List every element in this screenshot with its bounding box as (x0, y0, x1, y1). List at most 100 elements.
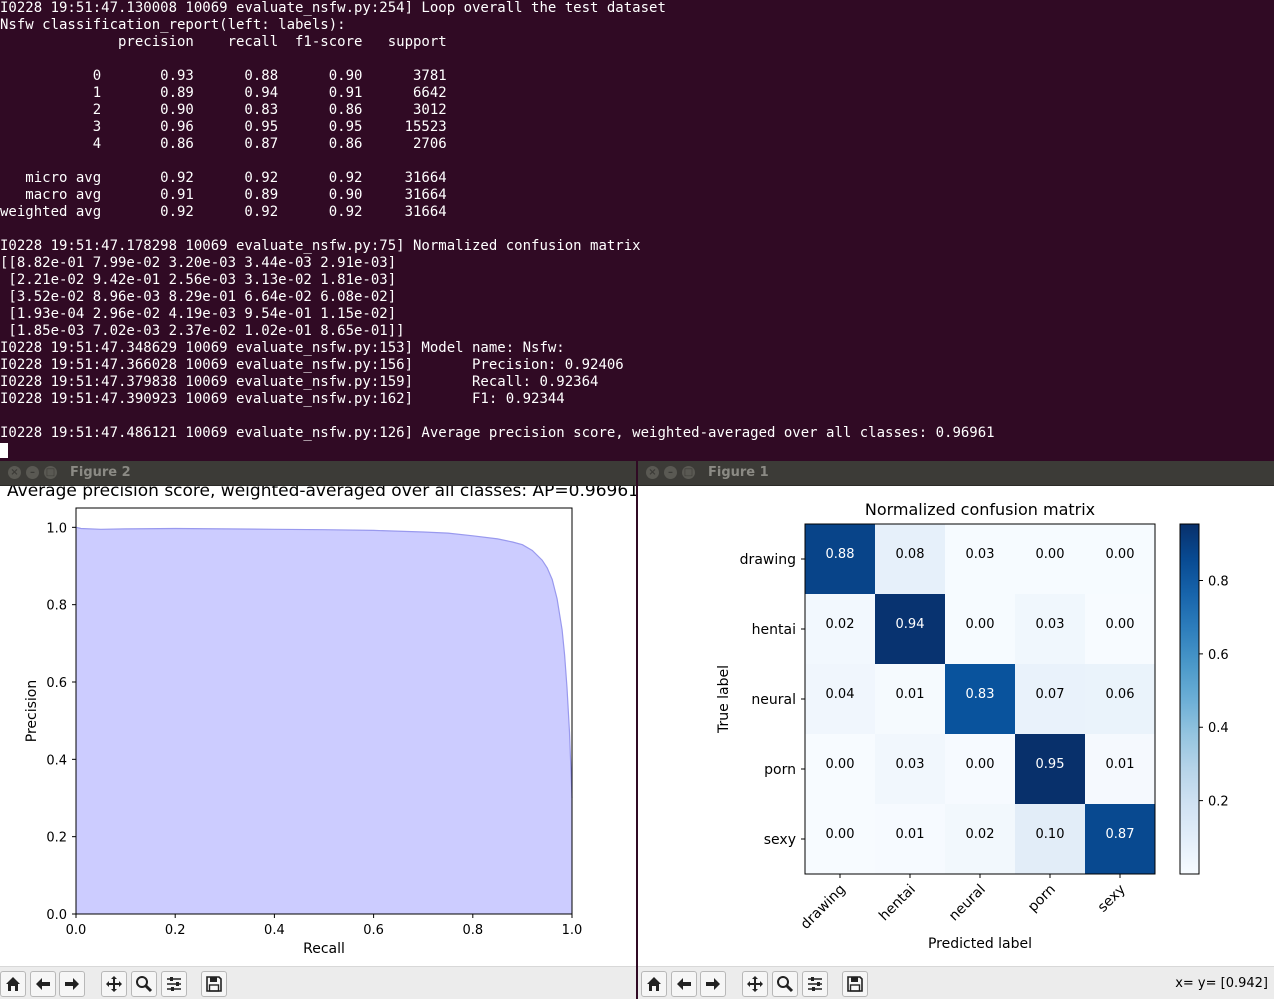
configure-button[interactable] (802, 971, 828, 997)
colorbar-tick-label: 0.8 (1208, 574, 1229, 589)
cell-value-label: 0.10 (1036, 827, 1065, 842)
cell-value-label: 0.01 (1106, 757, 1135, 772)
cell-value-label: 0.00 (1106, 617, 1135, 632)
pan-button[interactable] (101, 971, 127, 997)
close-icon[interactable]: × (8, 466, 21, 479)
chart-title: Normalized confusion matrix (865, 500, 1095, 519)
save-icon (847, 976, 863, 992)
cell-value-label: 0.00 (966, 757, 995, 772)
cell-value-label: 0.02 (966, 827, 995, 842)
x-tick-label: sexy (1095, 882, 1129, 916)
x-tick-label: 0.0 (66, 923, 87, 938)
confusion-matrix-plot[interactable]: Normalized confusion matrix 0.88 0.08 0.03 0… (638, 486, 1274, 966)
forward-button[interactable] (59, 971, 85, 997)
terminal-output: I0228 19:51:47.130008 10069 evaluate_nsf… (0, 0, 995, 441)
save-button[interactable] (201, 971, 227, 997)
colorbar (1179, 523, 1200, 875)
x-axis-label: Recall (303, 941, 345, 957)
back-button[interactable] (671, 971, 697, 997)
pr-curve-plot[interactable]: Average precision score, weighted-averag… (0, 481, 636, 966)
cell-value-label: 0.01 (896, 687, 925, 702)
save-icon (206, 976, 222, 992)
terminal-cursor (0, 443, 8, 458)
home-icon (647, 977, 661, 991)
zoom-icon (136, 976, 153, 993)
cell-value-label: 0.00 (826, 757, 855, 772)
pr-area (76, 527, 572, 914)
y-axis-label: True label (716, 665, 732, 734)
zoom-button[interactable] (131, 971, 157, 997)
figure-2-window: × – □ Figure 2 Average precision score, … (0, 461, 636, 999)
cell-value-label: 0.07 (1036, 687, 1065, 702)
x-tick-label: porn (1025, 882, 1059, 916)
home-icon (6, 977, 20, 991)
figure-2-titlebar[interactable]: × – □ Figure 2 (0, 461, 636, 486)
forward-button[interactable] (700, 971, 726, 997)
home-button[interactable] (641, 971, 667, 997)
terminal-window[interactable]: I0228 19:51:47.130008 10069 evaluate_nsf… (0, 0, 1274, 461)
save-button[interactable] (842, 971, 868, 997)
cursor-coordinates: x= y= [0.942] (1175, 976, 1268, 991)
colorbar-tick-label: 0.4 (1208, 721, 1229, 736)
maximize-icon[interactable]: □ (682, 466, 695, 479)
cell-value-label: 0.01 (896, 827, 925, 842)
x-tick-label: neural (946, 882, 989, 925)
figure-1-titlebar[interactable]: × – □ Figure 1 (638, 461, 1274, 486)
back-icon (677, 978, 691, 990)
x-tick-label: 0.4 (264, 923, 285, 938)
y-tick-label: 0.0 (46, 908, 67, 923)
minimize-icon[interactable]: – (26, 466, 39, 479)
figure-1-toolbar: x= y= [0.942] (638, 966, 1274, 999)
pan-icon (106, 976, 122, 992)
cell-value-label: 0.00 (1106, 547, 1135, 562)
cell-value-label: 0.88 (826, 547, 855, 562)
colorbar-tick-label: 0.6 (1208, 648, 1229, 663)
y-tick-label: 0.4 (46, 753, 67, 768)
cell-value-label: 0.04 (826, 687, 855, 702)
back-icon (36, 978, 50, 990)
x-tick-label: drawing (798, 882, 849, 933)
y-tick-label: porn (764, 762, 796, 778)
cell-value-label: 0.83 (966, 687, 995, 702)
pan-icon (747, 976, 763, 992)
configure-button[interactable] (161, 971, 187, 997)
y-tick-label: sexy (764, 832, 796, 848)
forward-icon (65, 978, 79, 990)
cell-value-label: 0.06 (1106, 687, 1135, 702)
figure-1-title: Figure 1 (708, 465, 769, 480)
figure-1-window: × – □ Figure 1 Normalized confusion matr… (638, 461, 1274, 999)
zoom-button[interactable] (772, 971, 798, 997)
y-axis-label: Precision (24, 680, 40, 742)
cell-value-label: 0.03 (1036, 617, 1065, 632)
cell-value-label: 0.00 (966, 617, 995, 632)
confusion-matrix-chart: Normalized confusion matrix 0.88 0.08 0.03 0… (716, 500, 1229, 952)
cell-value-label: 0.00 (1036, 547, 1065, 562)
x-axis-label: Predicted label (928, 936, 1032, 952)
y-tick-label: 0.2 (46, 831, 67, 846)
figure-2-toolbar (0, 966, 636, 999)
x-tick-label: 0.8 (462, 923, 483, 938)
close-icon[interactable]: × (646, 466, 659, 479)
cell-value-label: 0.08 (896, 547, 925, 562)
x-tick-label: hentai (876, 882, 919, 925)
pr-curve-chart: Average precision score, weighted-averag… (7, 481, 636, 957)
x-tick-label: 0.2 (165, 923, 186, 938)
home-button[interactable] (0, 971, 26, 997)
y-tick-label: 1.0 (46, 521, 67, 536)
back-button[interactable] (30, 971, 56, 997)
cell-value-label: 0.00 (826, 827, 855, 842)
cell-value-label: 0.03 (896, 757, 925, 772)
chart-title: Average precision score, weighted-averag… (7, 486, 636, 501)
minimize-icon[interactable]: – (664, 466, 677, 479)
cell-value-label: 0.94 (896, 617, 925, 632)
x-tick-label: 0.6 (363, 923, 384, 938)
y-tick-label: 0.8 (46, 599, 67, 614)
y-tick-label: 0.6 (46, 676, 67, 691)
cell-value-label: 0.95 (1036, 757, 1065, 772)
colorbar-tick-label: 0.2 (1208, 795, 1229, 810)
configure-icon (167, 977, 181, 991)
pan-button[interactable] (742, 971, 768, 997)
cell-value-label: 0.02 (826, 617, 855, 632)
maximize-icon[interactable]: □ (44, 466, 57, 479)
cell-value-label: 0.03 (966, 547, 995, 562)
